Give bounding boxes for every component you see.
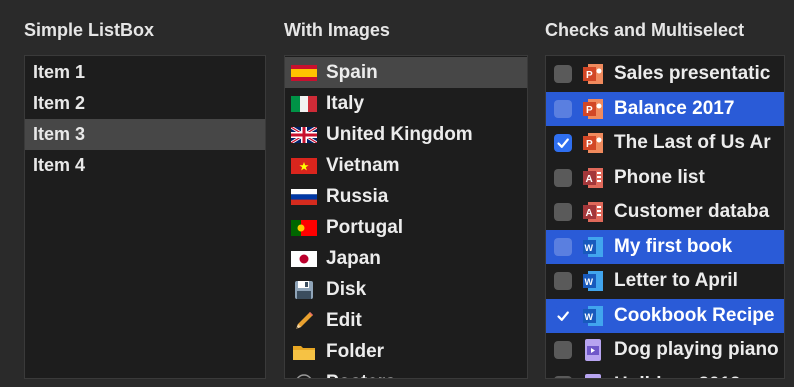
list-item[interactable]: W Cookbook Recipe [546, 298, 784, 333]
svg-text:W: W [585, 312, 594, 322]
list-item[interactable]: Holidays 2019 [546, 368, 784, 378]
list-item[interactable]: Posters [285, 367, 527, 379]
heading-simple-listbox: Simple ListBox [24, 20, 155, 40]
list-item[interactable]: P The Last of Us Ar [546, 126, 784, 161]
list-item[interactable]: Dog playing piano [546, 333, 784, 368]
portugal-flag-icon [290, 219, 318, 237]
list-item[interactable]: Edit [285, 305, 527, 336]
list-item-label: Balance 2017 [614, 97, 735, 119]
list-item-label: Vietnam [326, 154, 400, 176]
checkbox[interactable] [554, 99, 572, 118]
list-item[interactable]: Folder [285, 336, 527, 367]
svg-text:P: P [586, 139, 593, 150]
list-item-label: Cookbook Recipe [614, 304, 775, 326]
pencil-icon [290, 311, 318, 330]
disk-icon [290, 280, 318, 299]
powerpoint-icon: P [582, 97, 604, 121]
svg-text:P: P [586, 70, 593, 81]
list-item-label: Holidays 2019 [614, 374, 741, 378]
access-icon: A [582, 200, 604, 224]
list-item-label: Dog playing piano [614, 339, 779, 361]
list-item[interactable]: A Phone list [546, 161, 784, 196]
folder-icon [290, 343, 318, 361]
svg-text:W: W [585, 277, 594, 287]
list-item[interactable]: Item 4 [25, 150, 265, 181]
checkbox[interactable] [554, 203, 572, 222]
heading-checks-multiselect: Checks and Multiselect [545, 20, 745, 40]
list-item[interactable]: A Customer databa [546, 195, 784, 230]
checkbox[interactable] [554, 237, 572, 256]
word-icon: W [582, 304, 604, 328]
svg-text:W: W [585, 243, 594, 253]
check-listbox[interactable]: P Sales presentatic P Balance 2017 P The Last… [545, 55, 785, 379]
word-icon: W [582, 235, 604, 259]
list-item[interactable]: Russia [285, 181, 527, 212]
checkbox[interactable] [554, 168, 572, 187]
checkbox[interactable] [554, 65, 572, 84]
video-icon [582, 338, 604, 362]
list-item[interactable]: Item 3 [25, 119, 265, 150]
list-item[interactable]: P Balance 2017 [546, 91, 784, 126]
uk-flag-icon [290, 126, 318, 144]
posters-icon [290, 373, 318, 378]
word-icon: W [582, 269, 604, 293]
list-item-label: Posters [326, 372, 396, 379]
vietnam-flag-icon [290, 157, 318, 175]
russia-flag-icon [290, 188, 318, 206]
list-item-label: Phone list [614, 166, 705, 188]
list-item-label: Italy [326, 92, 365, 114]
svg-text:A: A [586, 208, 593, 219]
checkbox[interactable] [554, 341, 572, 360]
list-item[interactable]: United Kingdom [285, 119, 527, 150]
list-item[interactable]: Spain [285, 57, 527, 88]
image-listbox[interactable]: Spain Italy United Kingdom Vietnam Russia Por… [284, 55, 528, 379]
list-item-label: Edit [326, 309, 362, 331]
list-item[interactable]: Item 1 [25, 57, 265, 88]
list-item-label: Folder [326, 340, 385, 362]
checkbox[interactable] [554, 134, 572, 153]
list-item[interactable]: P Sales presentatic [546, 57, 784, 92]
list-item[interactable]: Disk [285, 274, 527, 305]
japan-flag-icon [290, 250, 318, 268]
list-item-label: Customer databa [614, 201, 770, 223]
checkbox[interactable] [554, 306, 572, 325]
simple-listbox[interactable]: Item 1 Item 2 Item 3 Item 4 [24, 55, 266, 379]
list-item[interactable]: Item 2 [25, 88, 265, 119]
list-item-label: Disk [326, 278, 367, 300]
list-item[interactable]: W My first book [546, 229, 784, 264]
heading-with-images: With Images [284, 20, 390, 40]
list-item-label: The Last of Us Ar [614, 132, 771, 154]
powerpoint-icon: P [582, 131, 604, 155]
checkbox[interactable] [554, 375, 572, 378]
list-item[interactable]: W Letter to April [546, 264, 784, 299]
italy-flag-icon [290, 95, 318, 113]
checkbox[interactable] [554, 272, 572, 291]
list-item-label: Sales presentatic [614, 63, 771, 85]
powerpoint-icon: P [582, 62, 604, 86]
svg-text:A: A [586, 174, 593, 185]
access-icon: A [582, 166, 604, 190]
list-item-label: Spain [326, 61, 378, 83]
list-item[interactable]: Portugal [285, 212, 527, 243]
list-item-label: Letter to April [614, 270, 738, 292]
list-item[interactable]: Vietnam [285, 150, 527, 181]
list-item-label: Japan [326, 247, 381, 269]
list-item-label: Portugal [326, 216, 404, 238]
list-item-label: My first book [614, 235, 733, 257]
spain-flag-icon [290, 64, 318, 82]
video-icon [582, 373, 604, 378]
list-item-label: Russia [326, 185, 389, 207]
list-item[interactable]: Japan [285, 243, 527, 274]
svg-text:P: P [586, 105, 593, 116]
list-item-label: United Kingdom [326, 123, 473, 145]
list-item[interactable]: Italy [285, 88, 527, 119]
